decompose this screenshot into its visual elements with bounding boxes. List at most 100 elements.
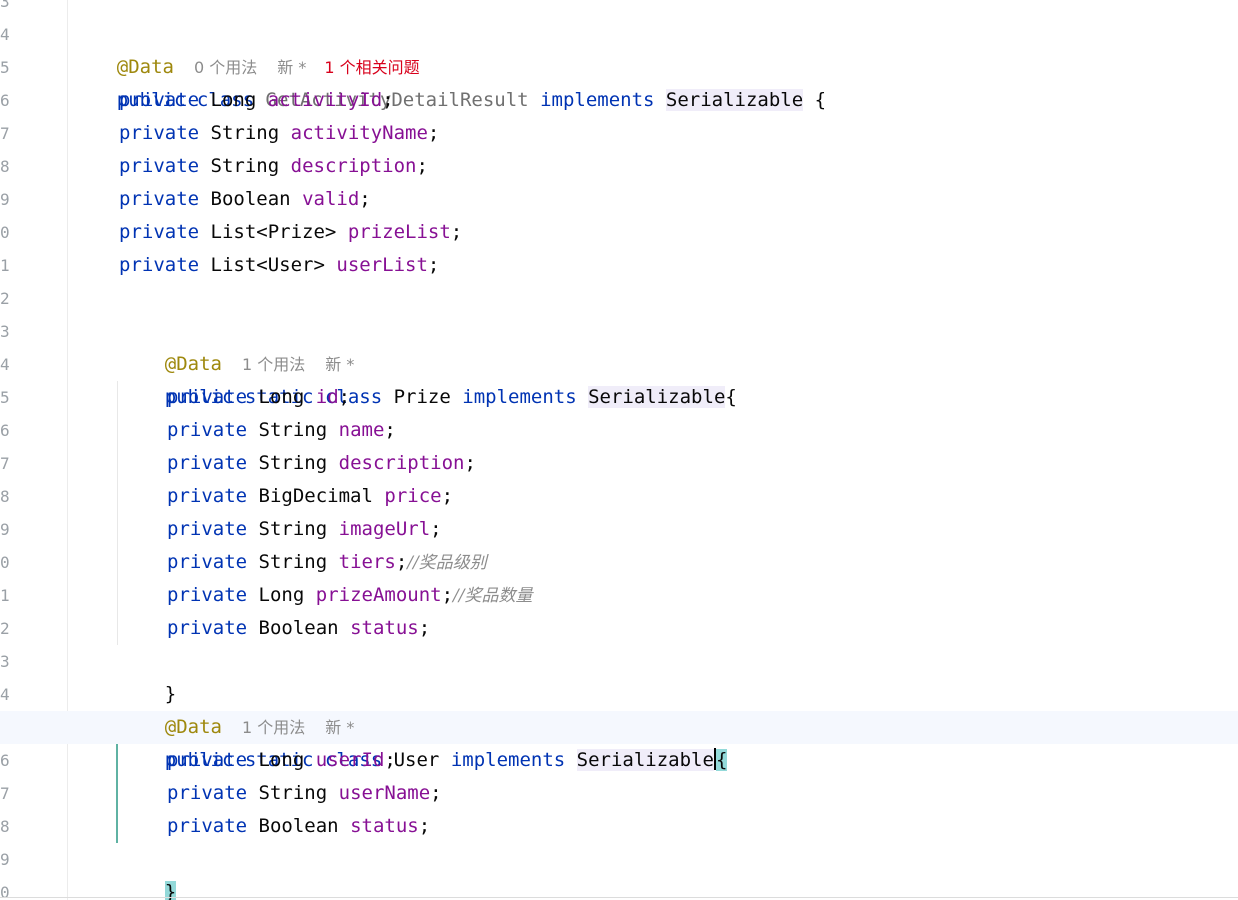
semicolon: ; bbox=[430, 782, 442, 804]
semicolon: ; bbox=[359, 188, 371, 210]
field-declaration[interactable]: private BigDecimal price; bbox=[167, 480, 453, 513]
line-number[interactable]: 6 bbox=[0, 744, 10, 777]
line-number[interactable]: 3 bbox=[0, 315, 10, 348]
field-declaration[interactable]: private String activityName; bbox=[119, 117, 439, 150]
line-number[interactable]: 1 bbox=[0, 249, 10, 282]
field-name[interactable]: prizeAmount bbox=[316, 584, 442, 606]
field-name[interactable]: activityName bbox=[291, 122, 428, 144]
line-number[interactable]: 7 bbox=[0, 447, 10, 480]
line-number[interactable]: 8 bbox=[0, 150, 10, 183]
field-declaration[interactable]: private String name; bbox=[167, 414, 396, 447]
field-type[interactable]: String bbox=[259, 419, 328, 441]
field-type[interactable]: String bbox=[259, 452, 328, 474]
field-declaration[interactable]: private String tiers;//奖品级别 bbox=[167, 546, 487, 579]
semicolon: ; bbox=[430, 518, 442, 540]
code-line[interactable]: @Data 1 个用法新 * bbox=[119, 315, 355, 375]
line-number[interactable]: 6 bbox=[0, 414, 10, 447]
code-line[interactable]: @Data 0 个用法新 * 1 个相关问题 bbox=[71, 18, 420, 78]
interface-name[interactable]: Serializable bbox=[588, 386, 726, 408]
line-number[interactable]: 0 bbox=[0, 546, 10, 579]
field-name[interactable]: status bbox=[350, 815, 419, 837]
line-number[interactable]: 9 bbox=[0, 183, 10, 216]
field-name[interactable]: price bbox=[384, 485, 441, 507]
line-number[interactable]: 4 bbox=[0, 18, 10, 51]
line-number[interactable]: 8 bbox=[0, 480, 10, 513]
field-name[interactable]: valid bbox=[302, 188, 359, 210]
field-type[interactable]: Long bbox=[259, 386, 305, 408]
field-type[interactable]: Long bbox=[211, 89, 257, 111]
field-name[interactable]: imageUrl bbox=[339, 518, 431, 540]
line-number[interactable]: 1 bbox=[0, 579, 10, 612]
field-name[interactable]: userName bbox=[339, 782, 431, 804]
field-name[interactable]: name bbox=[339, 419, 385, 441]
field-type[interactable]: Boolean bbox=[211, 188, 291, 210]
field-type[interactable]: Long bbox=[259, 749, 305, 771]
field-declaration[interactable]: private Boolean status; bbox=[167, 810, 430, 843]
field-name[interactable]: activityId bbox=[268, 89, 382, 111]
line-number-gutter[interactable]: 3456789012345678901234567890 bbox=[0, 0, 40, 900]
line-number[interactable]: 8 bbox=[0, 810, 10, 843]
field-declaration[interactable]: private String userName; bbox=[167, 777, 442, 810]
line-number[interactable]: 9 bbox=[0, 513, 10, 546]
field-declaration[interactable]: private String description; bbox=[119, 150, 428, 183]
field-type[interactable]: List<User> bbox=[211, 254, 325, 276]
field-type[interactable]: String bbox=[211, 122, 280, 144]
field-declaration[interactable]: private String description; bbox=[167, 447, 476, 480]
code-line[interactable]: } bbox=[119, 843, 177, 900]
line-comment: //奖品级别 bbox=[407, 553, 487, 573]
code-line-current[interactable]: public static class User implements Seri… bbox=[119, 711, 728, 771]
field-declaration[interactable]: private String imageUrl; bbox=[167, 513, 442, 546]
field-type[interactable]: Long bbox=[259, 584, 305, 606]
field-declaration[interactable]: private List<User> userList; bbox=[119, 249, 439, 282]
code-line[interactable]: public static class Prize implements Ser… bbox=[119, 348, 737, 408]
field-name[interactable]: userList bbox=[336, 254, 428, 276]
field-name[interactable]: description bbox=[339, 452, 465, 474]
field-name[interactable]: userId bbox=[316, 749, 385, 771]
code-editor[interactable]: 3456789012345678901234567890 @Data0 个用法新… bbox=[0, 0, 1238, 900]
line-number[interactable]: 3 bbox=[0, 0, 10, 18]
field-name[interactable]: description bbox=[291, 155, 417, 177]
line-number[interactable]: 5 bbox=[0, 381, 10, 414]
field-type[interactable]: Boolean bbox=[259, 815, 339, 837]
field-declaration[interactable]: private Boolean valid; bbox=[119, 183, 371, 216]
field-type[interactable]: String bbox=[259, 518, 328, 540]
field-type[interactable]: String bbox=[259, 782, 328, 804]
field-name[interactable]: tiers bbox=[339, 551, 396, 573]
line-number[interactable]: 2 bbox=[0, 612, 10, 645]
class-name[interactable]: User bbox=[394, 749, 440, 771]
field-type[interactable]: Boolean bbox=[259, 617, 339, 639]
line-number[interactable]: 3 bbox=[0, 645, 10, 678]
line-number[interactable]: 7 bbox=[0, 777, 10, 810]
field-declaration[interactable]: private Long id; bbox=[167, 381, 350, 414]
field-type[interactable]: BigDecimal bbox=[259, 485, 373, 507]
field-type[interactable]: List<Prize> bbox=[211, 221, 337, 243]
line-number[interactable]: 2 bbox=[0, 282, 10, 315]
line-number[interactable]: 4 bbox=[0, 348, 10, 381]
field-name[interactable]: prizeList bbox=[348, 221, 451, 243]
line-number[interactable]: 5 bbox=[0, 51, 10, 84]
code-line[interactable]: public class GetActivityDetailResult imp… bbox=[71, 51, 826, 111]
line-number[interactable]: 0 bbox=[0, 216, 10, 249]
code-line[interactable]: } bbox=[119, 645, 176, 705]
field-declaration[interactable]: private Long activityId; bbox=[119, 84, 394, 117]
keyword: private bbox=[167, 782, 248, 804]
field-declaration[interactable]: private Long userId; bbox=[167, 744, 396, 777]
line-number[interactable]: 6 bbox=[0, 84, 10, 117]
line-number[interactable]: 4 bbox=[0, 678, 10, 711]
class-name[interactable]: Prize bbox=[394, 386, 451, 408]
code-line[interactable]: @Data 1 个用法新 * bbox=[119, 678, 355, 738]
interface-name[interactable]: Serializable bbox=[665, 89, 804, 111]
field-name[interactable]: status bbox=[350, 617, 419, 639]
field-type[interactable]: String bbox=[211, 155, 280, 177]
field-declaration[interactable]: private Boolean status; bbox=[167, 612, 430, 645]
semicolon: ; bbox=[384, 419, 396, 441]
field-name[interactable]: id bbox=[316, 386, 339, 408]
field-declaration[interactable]: private List<Prize> prizeList; bbox=[119, 216, 462, 249]
line-number[interactable]: 7 bbox=[0, 117, 10, 150]
semicolon: ; bbox=[338, 386, 351, 408]
line-number[interactable]: 9 bbox=[0, 843, 10, 876]
keyword: private bbox=[119, 188, 200, 210]
field-declaration[interactable]: private Long prizeAmount;//奖品数量 bbox=[167, 579, 533, 612]
interface-name[interactable]: Serializable bbox=[576, 749, 714, 771]
field-type[interactable]: String bbox=[259, 551, 328, 573]
